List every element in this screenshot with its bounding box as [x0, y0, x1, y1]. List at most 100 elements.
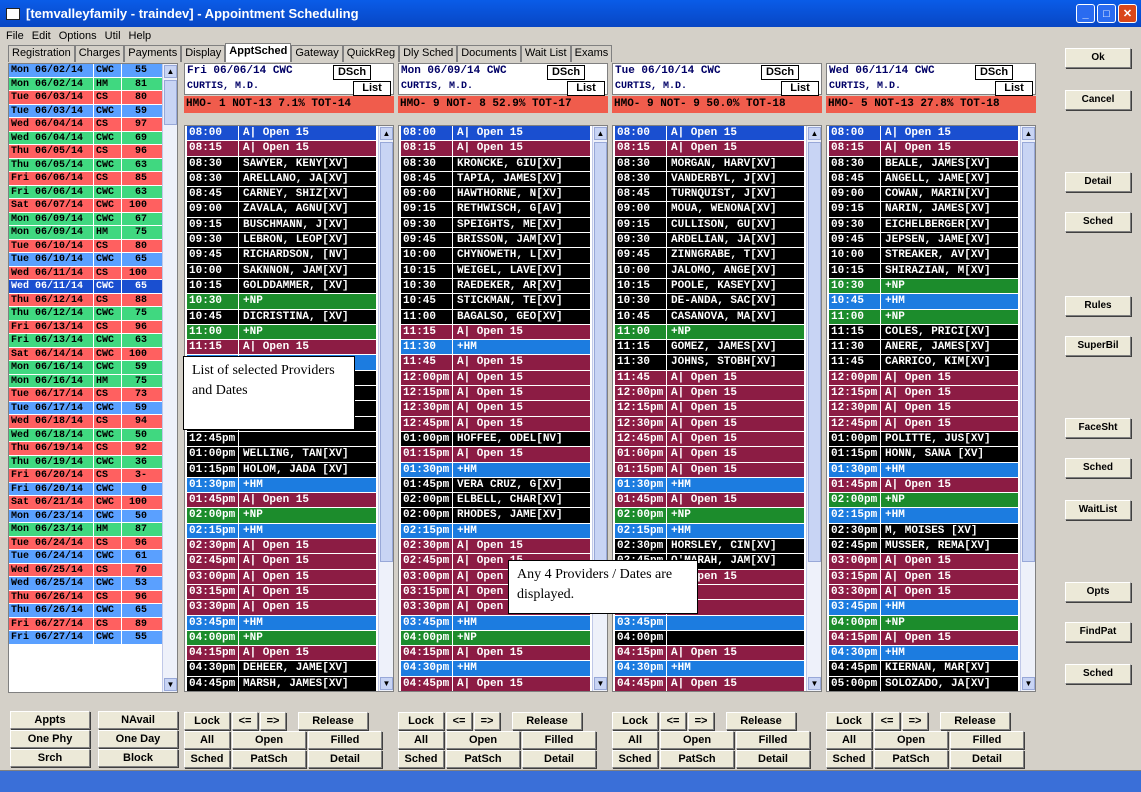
dsch-button[interactable]: DSch — [975, 65, 1013, 80]
appointment-slot[interactable]: 02:00pm +NP — [829, 493, 1018, 509]
date-row[interactable]: Thu 06/05/14 CWC 63 — [9, 158, 177, 172]
minimize-button[interactable]: _ — [1076, 4, 1095, 23]
release-button[interactable]: Release — [726, 712, 796, 730]
appointment-slot[interactable]: 03:30pm A| Open 15 — [187, 600, 376, 616]
appointment-slot[interactable]: 09:30 LEBRON, LEOP[XV] — [187, 233, 376, 249]
appointment-slot[interactable]: 03:00pm A| Open 15 — [187, 569, 376, 585]
prev-button[interactable]: <= — [446, 712, 472, 730]
dsch-button[interactable]: DSch — [547, 65, 585, 80]
scroll-up-icon[interactable]: ▲ — [1022, 127, 1035, 140]
list-button[interactable]: List — [781, 81, 819, 96]
date-row[interactable]: Wed 06/18/14 CWC 50 — [9, 428, 177, 442]
appointment-slot[interactable]: 09:15 NARIN, JAMES[XV] — [829, 202, 1018, 218]
appointment-slot[interactable]: 08:45 CARNEY, SHIZ[XV] — [187, 187, 376, 203]
date-row[interactable]: Tue 06/10/14 CWC 65 — [9, 253, 177, 267]
scroll-thumb[interactable] — [380, 142, 393, 562]
date-row[interactable]: Mon 06/23/14 HM 87 — [9, 523, 177, 537]
appointment-slot[interactable]: 12:45pm A| Open 15 — [615, 431, 804, 448]
appointment-slot[interactable]: 12:30pm A| Open 15 — [615, 416, 804, 432]
appointment-slot[interactable]: 01:45pm A| Open 15 — [615, 493, 804, 509]
appointment-slot[interactable]: 04:30pm +HM — [615, 661, 804, 677]
appointment-slot[interactable]: 12:15pm A| Open 15 — [829, 386, 1018, 402]
appointment-slot[interactable]: 02:15pm +HM — [829, 508, 1018, 524]
appointment-slot[interactable]: 01:00pm HOFFEE, ODEL[NV] — [401, 431, 590, 448]
navail-button[interactable]: NAvail — [98, 711, 178, 729]
tab-charges[interactable]: Charges — [74, 45, 125, 62]
tab-dly-sched[interactable]: Dly Sched — [399, 45, 458, 62]
maximize-button[interactable]: □ — [1097, 4, 1116, 23]
appointment-slot[interactable]: 08:30 VANDERBYL, J[XV] — [615, 171, 804, 188]
date-row[interactable]: Fri 06/20/14 CWC 0 — [9, 482, 177, 496]
appointment-slot[interactable]: 04:30pm +HM — [401, 661, 590, 677]
appointment-slot[interactable]: 11:15 GOMEZ, JAMES[XV] — [615, 340, 804, 356]
list-button[interactable]: List — [353, 81, 391, 96]
appointment-slot[interactable]: 12:45pm — [187, 431, 376, 448]
scroll-thumb[interactable] — [1022, 142, 1035, 562]
block-button[interactable]: Block — [98, 749, 178, 767]
appointment-slot[interactable]: 01:15pm HONN, SANA [XV] — [829, 447, 1018, 463]
date-row[interactable]: Wed 06/11/14 CS 100 — [9, 266, 177, 280]
all-button[interactable]: All — [826, 731, 872, 749]
one-day-button[interactable]: One Day — [98, 730, 178, 748]
appointment-slot[interactable]: 04:00pm +NP — [401, 630, 590, 647]
right-sched-button[interactable]: Sched — [1065, 458, 1131, 478]
date-row[interactable]: Mon 06/09/14 HM 75 — [9, 226, 177, 240]
appointment-slot[interactable]: 03:15pm A| Open 15 — [187, 584, 376, 601]
appointment-slot[interactable]: 12:30pm A| Open 15 — [401, 401, 590, 417]
appointment-slot[interactable]: 08:30 BEALE, JAMES[XV] — [829, 156, 1018, 172]
date-list-scrollbar[interactable]: ▲ ▼ — [162, 64, 177, 692]
right-superbil-button[interactable]: SuperBil — [1065, 336, 1131, 356]
sched-button[interactable]: Sched — [826, 750, 872, 768]
appointment-slot[interactable]: 02:15pm +HM — [187, 523, 376, 540]
open-button[interactable]: Open — [660, 731, 734, 749]
scroll-up-icon[interactable]: ▲ — [594, 127, 607, 140]
date-row[interactable]: Wed 06/18/14 CS 94 — [9, 415, 177, 429]
open-button[interactable]: Open — [232, 731, 306, 749]
date-row[interactable]: Tue 06/03/14 CS 80 — [9, 91, 177, 105]
appointment-slot[interactable]: 09:00 MOUA, WENONA[XV] — [615, 202, 804, 218]
scroll-down-icon[interactable]: ▼ — [594, 677, 607, 690]
slot-scrollbar[interactable]: ▲ ▼ — [806, 126, 821, 691]
date-row[interactable]: Tue 06/24/14 CS 96 — [9, 536, 177, 550]
appointment-slot[interactable]: 12:30pm A| Open 15 — [829, 401, 1018, 417]
tab-gateway[interactable]: Gateway — [291, 45, 343, 62]
appointment-slot[interactable]: 01:45pm A| Open 15 — [187, 493, 376, 509]
scroll-up-icon[interactable]: ▲ — [164, 65, 177, 78]
all-button[interactable]: All — [612, 731, 658, 749]
appointment-slot[interactable]: 10:15 GOLDDAMMER, [XV] — [187, 278, 376, 295]
tab-exams[interactable]: Exams — [570, 45, 613, 62]
date-row[interactable]: Thu 06/12/14 CS 88 — [9, 293, 177, 307]
appointment-slot[interactable]: 11:00 +NP — [187, 324, 376, 341]
date-row[interactable]: Mon 06/23/14 CWC 50 — [9, 509, 177, 523]
srch-button[interactable]: Srch — [10, 749, 90, 767]
appointment-slot[interactable]: 11:15 COLES, PRICI[XV] — [829, 324, 1018, 341]
appointment-slot[interactable]: 01:30pm +HM — [187, 477, 376, 494]
appointment-slot[interactable]: 04:45pm KIERNAN, MAR[XV] — [829, 661, 1018, 677]
lock-button[interactable]: Lock — [398, 712, 444, 730]
scroll-up-icon[interactable]: ▲ — [380, 127, 393, 140]
appointment-slot[interactable]: 05:00pm SOLOZADO, JA[XV] — [829, 676, 1018, 691]
lock-button[interactable]: Lock — [184, 712, 230, 730]
appointment-slot[interactable]: 10:30 +NP — [829, 278, 1018, 295]
date-row[interactable]: Thu 06/19/14 CWC 36 — [9, 455, 177, 469]
patsch-button[interactable]: PatSch — [660, 750, 734, 768]
appointment-slot[interactable]: 08:30 SAWYER, KENY[XV] — [187, 156, 376, 172]
date-row[interactable]: Wed 06/04/14 CS 97 — [9, 118, 177, 132]
date-list[interactable]: Mon 06/02/14 CWC 55 Mon 06/02/14 HM 81 Tue 06/… — [8, 63, 178, 693]
appointment-slot[interactable]: 10:45 CASANOVA, MA[XV] — [615, 309, 804, 325]
tab-registration[interactable]: Registration — [8, 45, 75, 62]
appointment-slot[interactable]: 11:15 A| Open 15 — [187, 340, 376, 356]
appointment-slot[interactable]: 04:45pm MARSH, JAMES[XV] — [187, 676, 376, 691]
filled-button[interactable]: Filled — [950, 731, 1024, 749]
dsch-button[interactable]: DSch — [761, 65, 799, 80]
all-button[interactable]: All — [184, 731, 230, 749]
appointment-slot[interactable]: 08:00 A| Open 15 — [829, 126, 1018, 142]
scroll-down-icon[interactable]: ▼ — [164, 678, 177, 691]
appointment-slot[interactable]: 01:45pm A| Open 15 — [829, 477, 1018, 494]
appointment-slot[interactable]: 12:00pm A| Open 15 — [615, 386, 804, 402]
appointment-slot[interactable]: 02:15pm +HM — [615, 523, 804, 540]
appointment-slot[interactable]: 11:00 +NP — [829, 309, 1018, 325]
appointment-slot[interactable]: 08:15 A| Open 15 — [187, 141, 376, 157]
appointment-slot[interactable]: 02:45pm MUSSER, REMA[XV] — [829, 539, 1018, 555]
appointment-slot[interactable]: 08:30 ARELLANO, JA[XV] — [187, 171, 376, 188]
